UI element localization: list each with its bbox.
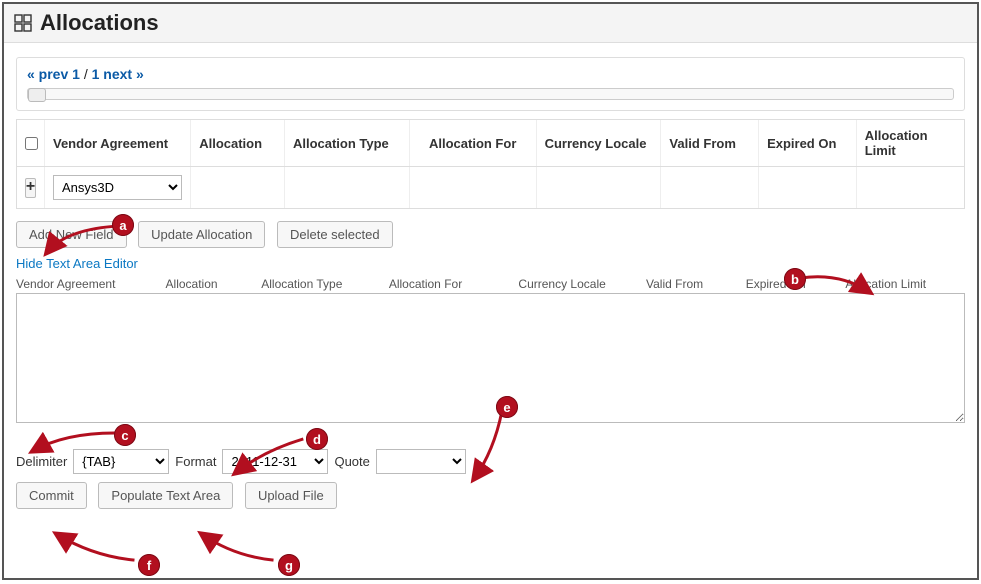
annotation-badge-f: f [138, 554, 160, 576]
grid-icon [14, 14, 32, 32]
import-controls-row: Delimiter {TAB} Format 2011-12-31 Quote [16, 449, 965, 474]
vendor-select[interactable]: Ansys3D [53, 175, 182, 200]
annotation-badge-g: g [278, 554, 300, 576]
select-all-cell [17, 120, 45, 166]
pager-next[interactable]: next » [103, 66, 143, 82]
populate-text-area-button[interactable]: Populate Text Area [98, 482, 233, 509]
select-all-checkbox[interactable] [25, 137, 38, 150]
row-allocation-cell[interactable] [191, 167, 285, 208]
pager-total: 1 [92, 66, 100, 82]
quote-select[interactable] [376, 449, 466, 474]
allocations-grid: Vendor Agreement Allocation Allocation T… [16, 119, 965, 209]
delete-selected-button[interactable]: Delete selected [277, 221, 393, 248]
update-allocation-button[interactable]: Update Allocation [138, 221, 265, 248]
format-label: Format [175, 454, 216, 469]
row-vendor-cell: Ansys3D [45, 167, 191, 208]
row-from-cell[interactable] [661, 167, 759, 208]
textarea-header-row: Vendor Agreement Allocation Allocation T… [16, 277, 965, 291]
annotation-badge-d: d [306, 428, 328, 450]
add-row-button[interactable]: + [25, 178, 36, 198]
ta-col-currency: Currency Locale [518, 277, 646, 291]
ta-col-allocation: Allocation [166, 277, 262, 291]
pager-slider[interactable] [27, 88, 954, 100]
commit-button[interactable]: Commit [16, 482, 87, 509]
quote-label: Quote [334, 454, 369, 469]
row-for-cell[interactable] [410, 167, 537, 208]
col-allocation: Allocation [191, 120, 285, 166]
format-select[interactable]: 2011-12-31 [222, 449, 328, 474]
pager-prev[interactable]: « prev [27, 66, 68, 82]
row-type-cell[interactable] [285, 167, 410, 208]
row-add-cell: + [17, 167, 45, 208]
annotation-badge-c: c [114, 424, 136, 446]
col-for: Allocation For [410, 120, 537, 166]
ta-col-for: Allocation For [389, 277, 519, 291]
ta-col-vendor: Vendor Agreement [16, 277, 166, 291]
col-expired: Expired On [759, 120, 857, 166]
col-limit: Allocation Limit [857, 120, 964, 166]
row-expired-cell[interactable] [759, 167, 857, 208]
pager-box: « prev 1 / 1 next » [16, 57, 965, 111]
page-title: Allocations [40, 10, 159, 36]
pager-slider-thumb[interactable] [28, 88, 46, 102]
col-from: Valid From [661, 120, 759, 166]
delimiter-label: Delimiter [16, 454, 67, 469]
col-currency: Currency Locale [537, 120, 662, 166]
pager-links: « prev 1 / 1 next » [27, 66, 954, 82]
ta-col-limit: Allocation Limit [845, 277, 965, 291]
grid-data-row: + Ansys3D [17, 167, 964, 208]
row-limit-cell[interactable] [857, 167, 964, 208]
grid-header-row: Vendor Agreement Allocation Allocation T… [17, 120, 964, 167]
row-currency-cell[interactable] [537, 167, 662, 208]
hide-text-area-link[interactable]: Hide Text Area Editor [16, 256, 965, 271]
add-new-field-button[interactable]: Add New Field [16, 221, 127, 248]
import-button-row: Commit Populate Text Area Upload File [16, 482, 965, 509]
col-type: Allocation Type [285, 120, 410, 166]
page-header: Allocations [4, 4, 977, 43]
grid-button-row: Add New Field Update Allocation Delete s… [16, 221, 965, 248]
pager-sep: / [84, 66, 88, 82]
ta-col-from: Valid From [646, 277, 746, 291]
upload-file-button[interactable]: Upload File [245, 482, 337, 509]
delimiter-select[interactable]: {TAB} [73, 449, 169, 474]
pager-current: 1 [72, 66, 80, 82]
col-vendor: Vendor Agreement [45, 120, 191, 166]
bulk-textarea[interactable] [16, 293, 965, 423]
ta-col-expired: Expired On [746, 277, 846, 291]
ta-col-type: Allocation Type [261, 277, 389, 291]
